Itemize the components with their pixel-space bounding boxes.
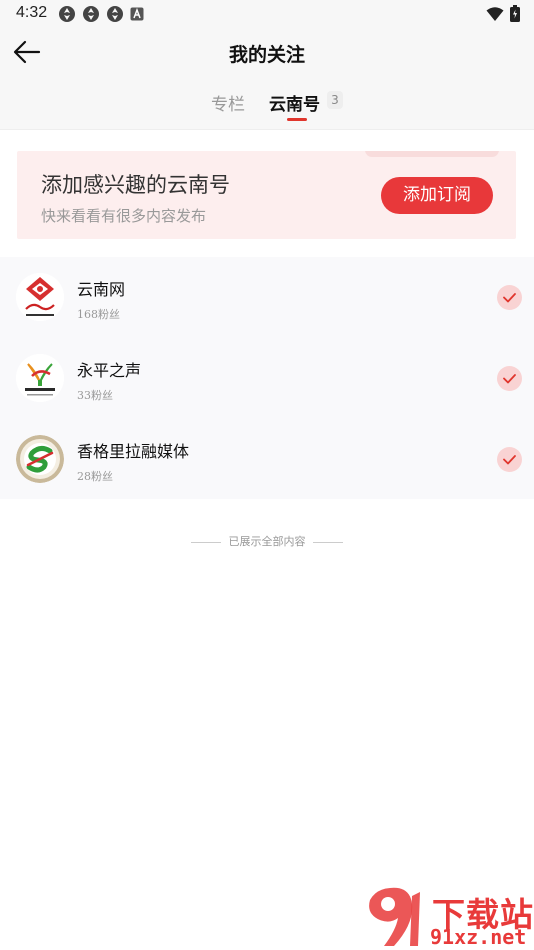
check-icon: [503, 293, 516, 303]
end-of-list-text: 已展示全部内容: [228, 535, 306, 548]
avatar: [16, 273, 64, 321]
account-name: 永平之声: [77, 361, 142, 380]
app-notification-icon: [59, 6, 75, 22]
follow-list: 云南网 168粉丝 永平之声 33粉丝 香格里拉融媒体 28粉丝: [0, 257, 534, 499]
avatar: [16, 354, 64, 402]
divider-left: [191, 541, 221, 543]
followed-toggle[interactable]: [497, 285, 522, 310]
shangri-la-media-logo-icon: [16, 435, 64, 483]
tab-yunnan-accounts[interactable]: 云南号: [269, 90, 320, 115]
app-notification-icon: [83, 6, 99, 22]
followed-toggle[interactable]: [497, 447, 522, 472]
avatar: [16, 435, 64, 483]
account-name: 云南网: [77, 280, 126, 299]
watermark-url: 91xz.net: [430, 925, 527, 949]
battery-icon: [510, 5, 520, 22]
fan-count: 28粉丝: [77, 470, 113, 483]
followed-toggle[interactable]: [497, 366, 522, 391]
status-icons-left: [58, 5, 144, 23]
end-of-list-note: 已展示全部内容: [0, 533, 534, 549]
add-subscription-banner: 添加感兴趣的云南号 快来看看有很多内容发布 添加订阅: [17, 151, 516, 239]
banner-decoration: [365, 151, 499, 157]
text-a-icon: [130, 7, 144, 21]
list-item[interactable]: 香格里拉融媒体 28粉丝: [0, 419, 534, 499]
fan-count: 33粉丝: [77, 389, 113, 402]
check-icon: [503, 374, 516, 384]
add-subscription-button[interactable]: 添加订阅: [381, 177, 493, 214]
tab-count-badge: 3: [327, 91, 343, 109]
wifi-icon: [486, 6, 504, 21]
status-bar: 4:32: [0, 0, 534, 28]
status-icons-right: [486, 5, 520, 22]
divider-right: [313, 541, 343, 543]
account-name: 香格里拉融媒体: [77, 442, 190, 461]
page-title: 我的关注: [228, 44, 305, 66]
header: 我的关注: [0, 28, 534, 78]
watermark-logo-icon: [369, 887, 420, 946]
yunnan-net-logo-icon: [16, 273, 64, 321]
banner-title: 添加感兴趣的云南号: [41, 173, 230, 197]
list-item[interactable]: 永平之声 33粉丝: [0, 338, 534, 418]
app-notification-icon: [107, 6, 123, 22]
active-tab-indicator: [287, 118, 307, 121]
yongping-logo-icon: [16, 354, 64, 402]
fan-count: 168粉丝: [77, 308, 120, 321]
check-icon: [503, 455, 516, 465]
status-time: 4:32: [16, 4, 48, 21]
list-item[interactable]: 云南网 168粉丝: [0, 257, 534, 337]
watermark: 下载站 91xz.net: [360, 884, 534, 950]
tab-columns[interactable]: 专栏: [211, 90, 245, 115]
tab-bar: 专栏 云南号 3: [0, 78, 534, 130]
banner-subtitle: 快来看看有很多内容发布: [41, 207, 207, 225]
